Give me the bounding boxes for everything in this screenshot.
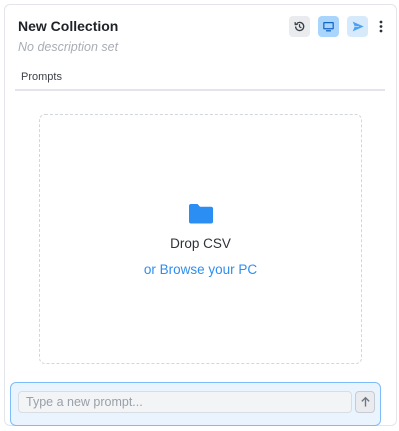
monitor-button[interactable] xyxy=(318,16,339,37)
prompt-input[interactable] xyxy=(18,391,352,413)
arrow-up-icon xyxy=(360,396,370,407)
csv-dropzone[interactable]: Drop CSV or Browse your PC xyxy=(39,114,362,364)
monitor-icon xyxy=(323,22,334,32)
collection-title[interactable]: New Collection xyxy=(18,18,118,34)
send-button[interactable] xyxy=(347,16,368,37)
prompt-composer xyxy=(10,382,381,426)
submit-prompt-button[interactable] xyxy=(355,391,375,413)
tab-bar: Prompts xyxy=(15,69,385,91)
history-icon xyxy=(294,21,305,32)
browse-link[interactable]: or Browse your PC xyxy=(40,262,361,277)
collection-description[interactable]: No description set xyxy=(18,40,118,54)
tab-prompts[interactable]: Prompts xyxy=(21,71,62,83)
send-icon xyxy=(352,21,364,32)
more-vertical-icon xyxy=(379,20,383,33)
history-button[interactable] xyxy=(289,16,310,37)
header-actions xyxy=(289,16,386,37)
collection-panel: New Collection No description set Prompt… xyxy=(4,4,397,426)
drop-title: Drop CSV xyxy=(170,236,231,251)
folder-icon xyxy=(189,204,213,224)
more-options-button[interactable] xyxy=(376,16,386,37)
